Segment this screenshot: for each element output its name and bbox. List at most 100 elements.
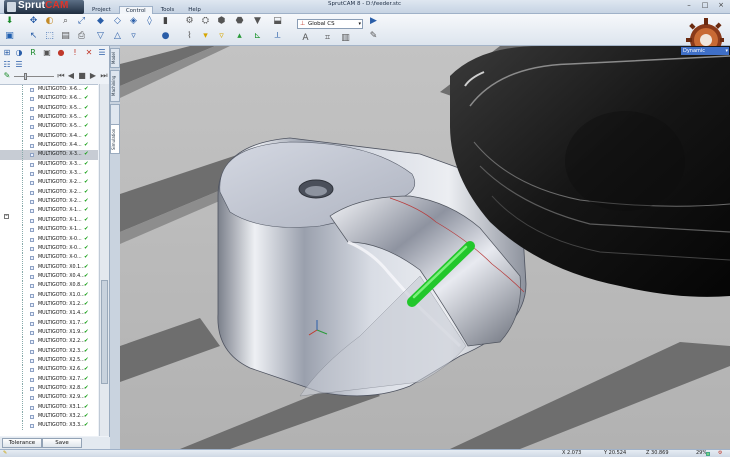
list-view-icon[interactable]: ☰ [14, 60, 24, 70]
tree-row[interactable]: MULTIGOTO: X-2... ✔ [0, 187, 98, 197]
step-back-icon[interactable]: ◀ [66, 71, 76, 81]
pause-icon[interactable]: ■ [77, 71, 87, 81]
view-bottom-icon[interactable]: ▿ [128, 31, 139, 42]
tree-row[interactable]: MULTIGOTO: X-3... ✔ [0, 150, 98, 160]
tree-row[interactable]: MULTIGOTO: X2.6... ✔ [0, 365, 98, 375]
tree-row[interactable]: MULTIGOTO: X3.2... ✔ [0, 412, 98, 422]
tree-row[interactable]: MULTIGOTO: X-3... ✔ [0, 169, 98, 179]
settings-icon[interactable]: ✎ [368, 31, 379, 42]
save-button[interactable]: Save [42, 438, 82, 448]
tree-row[interactable]: MULTIGOTO: X-6... ✔ [0, 85, 98, 94]
select-icon[interactable]: ↖ [28, 31, 39, 42]
coordinate-system-dropdown[interactable]: ⊥ Global CS ▾ [297, 19, 363, 29]
machine-icon[interactable]: ⚙ [184, 16, 195, 27]
tree-expander[interactable]: – [4, 214, 9, 219]
tree-row[interactable]: MULTIGOTO: X2.7... ✔ [0, 374, 98, 384]
tree-row[interactable]: MULTIGOTO: X2.2... ✔ [0, 337, 98, 347]
tab-simulation[interactable]: Simulation [110, 124, 120, 154]
view-front-icon[interactable]: ◈ [128, 16, 139, 27]
rotate-icon[interactable]: ◐ [44, 16, 55, 27]
tree-row[interactable]: MULTIGOTO: X-4... ✔ [0, 141, 98, 151]
stock-op-icon[interactable]: ▣ [42, 48, 52, 58]
tree-row[interactable]: MULTIGOTO: X2.9... ✔ [0, 393, 98, 403]
refresh-icon[interactable]: R [28, 48, 38, 58]
tree-row[interactable]: MULTIGOTO: X0.4... ✔ [0, 271, 98, 281]
tab-machining[interactable]: Machining [110, 70, 120, 102]
tool-show-icon[interactable]: ▿ [216, 31, 227, 42]
list-icon[interactable]: ☰ [97, 48, 107, 58]
tree-row[interactable]: MULTIGOTO: X-2... ✔ [0, 178, 98, 188]
tool-icon[interactable]: ▾ [200, 31, 211, 42]
view-mode-dropdown[interactable]: Dynamic ▾ [681, 47, 729, 55]
tree-row[interactable]: MULTIGOTO: X1.7... ✔ [0, 318, 98, 328]
edit-icon[interactable]: ✎ [2, 71, 12, 81]
stop-icon[interactable]: ● [56, 48, 66, 58]
tree-row[interactable]: MULTIGOTO: X-1... ✔ [0, 206, 98, 216]
text-icon[interactable]: A [300, 33, 311, 44]
tree-row[interactable]: MULTIGOTO: X1.4... ✔ [0, 309, 98, 319]
3d-viewport[interactable]: Dynamic ▾ [120, 46, 730, 449]
close-icon[interactable]: × [716, 1, 726, 9]
view-right-icon[interactable]: △ [112, 31, 123, 42]
app-logo[interactable]: SprutCAM [4, 0, 84, 14]
speed-slider-handle[interactable] [24, 73, 27, 80]
fit-icon[interactable]: ⤢ [76, 16, 87, 27]
tree-row[interactable]: MULTIGOTO: X2.3... ✔ [0, 346, 98, 356]
speed-slider[interactable] [14, 76, 54, 77]
tree-row[interactable]: MULTIGOTO: X-5... ✔ [0, 122, 98, 132]
dimension-icon[interactable]: ⌗ [322, 33, 333, 44]
zoom-window-icon[interactable]: ⬚ [44, 31, 55, 42]
warning-icon[interactable]: ! [70, 48, 80, 58]
rewind-icon[interactable]: ⏮ [56, 71, 66, 81]
csys-icon[interactable]: ⟂ [272, 31, 283, 42]
view-left-icon[interactable]: ▽ [95, 31, 106, 42]
simulation-icon[interactable]: ▶ [368, 16, 379, 27]
move-icon[interactable]: ✥ [28, 16, 39, 27]
tree-row[interactable]: MULTIGOTO: X0.1... ✔ [0, 262, 98, 272]
tree-row[interactable]: MULTIGOTO: X1.0... ✔ [0, 290, 98, 300]
view-ops-icon[interactable]: ◑ [14, 48, 24, 58]
tree-row[interactable]: MULTIGOTO: X-1... ✔ [0, 225, 98, 235]
import-icon[interactable]: ⬇ [4, 16, 15, 27]
section-icon[interactable]: ⬓ [272, 16, 283, 27]
stock-icon[interactable]: ▮ [160, 16, 171, 27]
tree-row[interactable]: MULTIGOTO: X3.1... ✔ [0, 402, 98, 412]
view-iso-icon[interactable]: ◆ [95, 16, 106, 27]
tree-scrollbar[interactable] [99, 84, 109, 436]
tree-scrollbar-thumb[interactable] [101, 280, 108, 384]
status-gear-icon[interactable]: ⚙ [718, 450, 722, 457]
axis-icon[interactable]: ⊾ [252, 31, 263, 42]
new-operation-icon[interactable]: ⊞ [2, 48, 12, 58]
camera-icon[interactable]: ▤ [60, 31, 71, 42]
print-icon[interactable]: ⎙ [76, 31, 87, 42]
tree-row[interactable]: MULTIGOTO: X-5... ✔ [0, 103, 98, 113]
view-side-icon[interactable]: ◊ [144, 16, 155, 27]
save-icon[interactable]: ▣ [4, 31, 15, 42]
tree-row[interactable]: MULTIGOTO: X-0... ✔ [0, 234, 98, 244]
tree-row[interactable]: MULTIGOTO: X-0... ✔ [0, 243, 98, 253]
tree-row[interactable]: MULTIGOTO: X2.5... ✔ [0, 355, 98, 365]
tree-row[interactable]: MULTIGOTO: X-1... ✔ [0, 215, 98, 225]
tree-row[interactable]: MULTIGOTO: X2.8... ✔ [0, 384, 98, 393]
tree-row[interactable]: MULTIGOTO: X-0... ✔ [0, 253, 98, 263]
note-icon[interactable]: ▥ [340, 33, 351, 44]
minimize-icon[interactable]: – [684, 1, 694, 9]
tool-holder-icon[interactable]: ▼ [252, 16, 263, 27]
tree-row[interactable]: MULTIGOTO: X-2... ✔ [0, 197, 98, 207]
zoom-icon[interactable]: ⌕ [60, 16, 71, 27]
view-top-icon[interactable]: ◇ [112, 16, 123, 27]
forward-icon[interactable]: ⏭ [99, 71, 109, 81]
tree-icon[interactable]: ☷ [2, 60, 12, 70]
tree-row[interactable]: MULTIGOTO: X1.9... ✔ [0, 327, 98, 337]
tolerance-button[interactable]: Tolerance [2, 438, 42, 448]
play-icon[interactable]: ▶ [88, 71, 98, 81]
tree-row[interactable]: MULTIGOTO: X-4... ✔ [0, 131, 98, 141]
tree-row[interactable]: MULTIGOTO: X1.2... ✔ [0, 299, 98, 309]
toolpath-icon[interactable]: ⌇ [184, 31, 195, 42]
tree-row[interactable]: MULTIGOTO: X0.8... ✔ [0, 281, 98, 291]
part-icon[interactable]: ⬣ [234, 16, 245, 27]
tab-model[interactable]: Model [110, 48, 120, 68]
shading-icon[interactable]: ● [160, 31, 171, 42]
tree-row[interactable]: MULTIGOTO: X-6... ✔ [0, 94, 98, 104]
maximize-icon[interactable]: □ [700, 1, 710, 9]
